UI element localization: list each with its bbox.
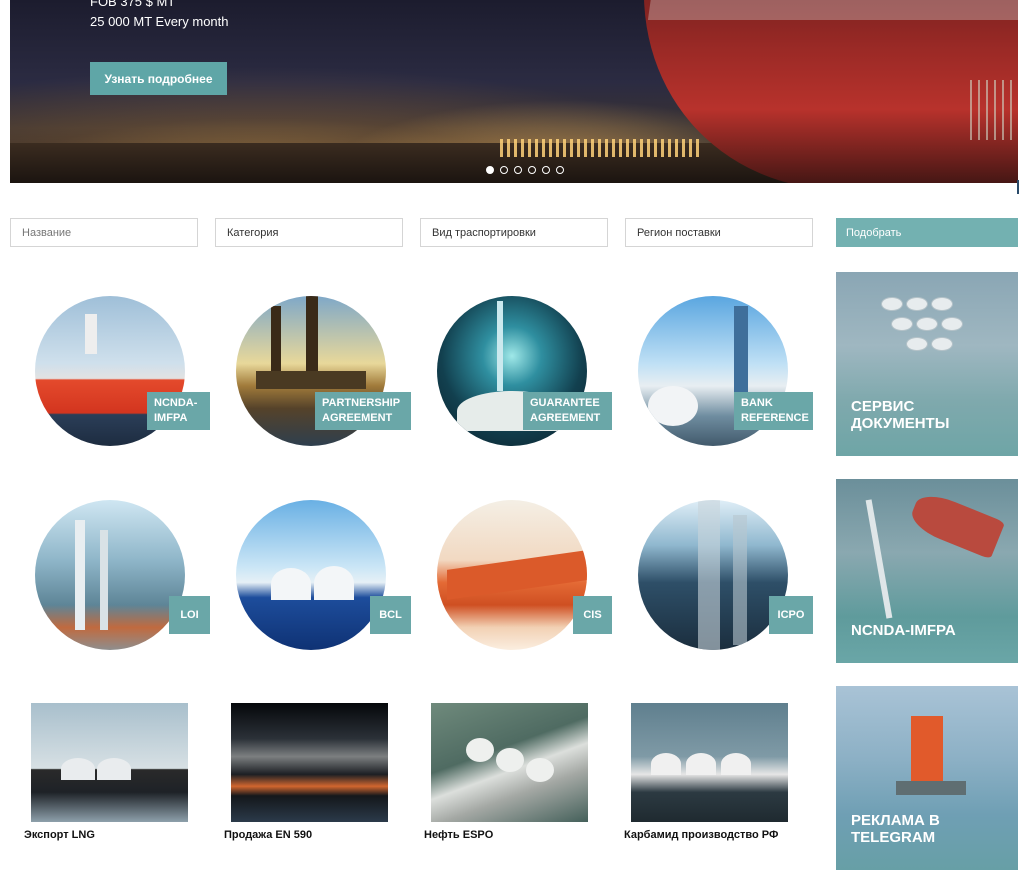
badge-line2: AGREEMENT	[322, 412, 393, 424]
badge-line1: PARTNERSHIP	[322, 397, 401, 409]
category-badge: CIS	[573, 596, 612, 634]
category-select[interactable]: Категория	[215, 218, 403, 247]
product-card-espo[interactable]: Нефть ESPO	[424, 703, 591, 841]
hero-price: FOB 375 $ MT	[90, 0, 176, 9]
slider-dot-4[interactable]	[528, 166, 536, 174]
slider-dot-5[interactable]	[542, 166, 550, 174]
hero-slider: FOB 375 $ MT 25 000 MT Every month Узнат…	[10, 0, 1018, 183]
tile-line1: РЕКЛАМА В	[851, 812, 940, 829]
transport-select-label: Вид траспортировки	[432, 226, 536, 239]
category-card-cis[interactable]: CIS	[437, 500, 617, 660]
product-title[interactable]: Карбамид производство РФ	[624, 829, 778, 841]
badge-line1: GUARANTEE	[530, 397, 600, 409]
tile-line2: TELEGRAM	[851, 829, 936, 846]
category-card-guarantee[interactable]: GUARANTEE AGREEMENT	[437, 296, 617, 456]
badge-line1: NCNDA-	[154, 397, 198, 409]
badge-line1: ICPO	[777, 608, 805, 621]
lng-carrier-image	[236, 500, 386, 650]
product-image[interactable]	[631, 703, 788, 822]
product-title[interactable]: Экспорт LNG	[24, 829, 95, 841]
slider-dot-6[interactable]	[556, 166, 564, 174]
pick-button[interactable]: Подобрать	[836, 218, 1018, 247]
category-card-bcl[interactable]: BCL	[236, 500, 416, 660]
hero-ship-deck	[647, 0, 1018, 20]
sidebar-tile-label: РЕКЛАМА В TELEGRAM	[851, 812, 940, 846]
refinery-column-image	[638, 500, 788, 650]
sidebar-tile-telegram[interactable]: РЕКЛАМА В TELEGRAM	[836, 686, 1018, 870]
product-image[interactable]	[431, 703, 588, 822]
badge-line1: CIS	[583, 608, 602, 621]
category-select-label: Категория	[227, 226, 279, 239]
badge-line1: BCL	[379, 608, 402, 621]
product-image[interactable]	[231, 703, 388, 822]
name-search-input[interactable]	[10, 218, 198, 247]
badge-line1: BANK	[741, 397, 773, 409]
category-badge: NCNDA- IMFPA	[147, 392, 210, 430]
learn-more-button[interactable]: Узнать подробнее	[90, 62, 227, 95]
category-card-ncnda[interactable]: NCNDA- IMFPA	[35, 296, 215, 456]
badge-line2: IMFPA	[154, 412, 188, 424]
badge-line1: LOI	[180, 608, 199, 621]
category-badge: PARTNERSHIP AGREEMENT	[315, 392, 411, 430]
category-badge: LOI	[169, 596, 210, 634]
hero-volume: 25 000 MT Every month	[90, 14, 229, 29]
pipes-plant-image	[35, 500, 185, 650]
tile-line2: ДОКУМЕНТЫ	[851, 415, 950, 432]
sidebar-tile-documents[interactable]: СЕРВИС ДОКУМЕНТЫ	[836, 272, 1018, 456]
slider-dots	[486, 166, 564, 174]
sidebar-tile-ncnda[interactable]: NCNDA-IMFPA	[836, 479, 1018, 663]
category-card-icpo[interactable]: ICPO	[638, 500, 818, 660]
category-badge: BANK REFERENCE	[734, 392, 813, 430]
hero-port-lights	[500, 139, 700, 157]
category-card-loi[interactable]: LOI	[35, 500, 215, 660]
sidebar-tile-label: СЕРВИС ДОКУМЕНТЫ	[851, 398, 949, 432]
region-select[interactable]: Регион поставки	[625, 218, 813, 247]
slider-dot-1[interactable]	[486, 166, 494, 174]
tanker-cardinal-image	[437, 500, 587, 650]
region-select-label: Регион поставки	[637, 226, 721, 239]
product-title[interactable]: Нефть ESPO	[424, 829, 493, 841]
hero-railing	[970, 80, 1018, 140]
category-badge: ICPO	[769, 596, 813, 634]
product-image[interactable]	[31, 703, 188, 822]
slider-dot-2[interactable]	[500, 166, 508, 174]
category-badge: BCL	[370, 596, 411, 634]
hero-edge-mark	[1017, 180, 1019, 194]
product-card-en590[interactable]: Продажа EN 590	[224, 703, 391, 841]
product-card-urea[interactable]: Карбамид производство РФ	[624, 703, 791, 841]
sidebar-tile-label: NCNDA-IMFPA	[851, 622, 956, 639]
badge-line2: AGREEMENT	[530, 412, 601, 424]
product-card-lng[interactable]: Экспорт LNG	[24, 703, 191, 841]
category-badge: GUARANTEE AGREEMENT	[523, 392, 612, 430]
tile-line1: СЕРВИС	[851, 398, 915, 415]
transport-select[interactable]: Вид траспортировки	[420, 218, 608, 247]
hero-text: FOB 375 $ MT 25 000 MT Every month	[90, 0, 229, 32]
badge-line2: REFERENCE	[741, 412, 809, 424]
category-card-bank[interactable]: BANK REFERENCE	[638, 296, 818, 456]
category-card-partnership[interactable]: PARTNERSHIP AGREEMENT	[236, 296, 416, 456]
slider-dot-3[interactable]	[514, 166, 522, 174]
product-title[interactable]: Продажа EN 590	[224, 829, 312, 841]
